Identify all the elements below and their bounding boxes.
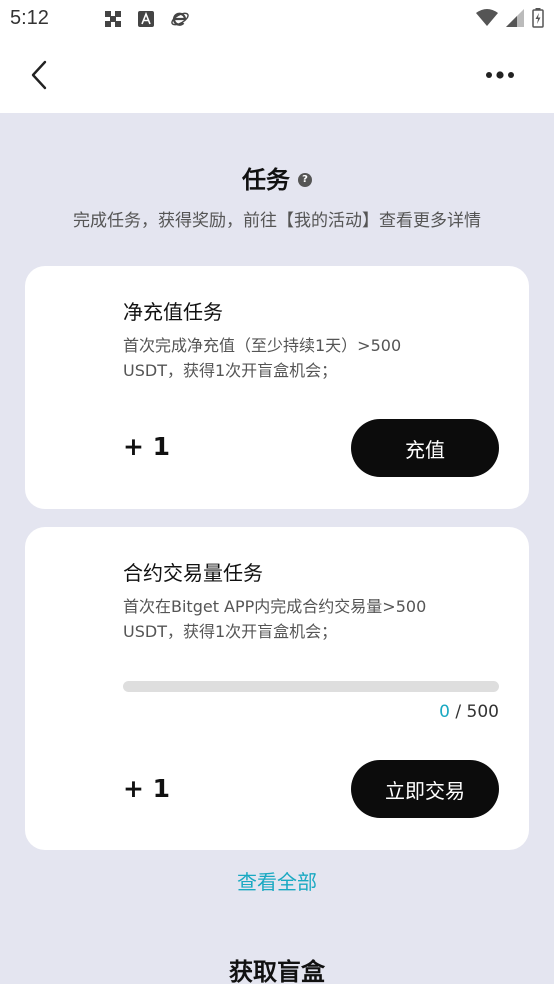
a-font-icon xyxy=(138,11,154,31)
page-title: 任务 xyxy=(242,166,290,194)
back-button[interactable] xyxy=(22,56,56,94)
battery-icon xyxy=(532,8,544,32)
blind-box-title: 获取盲盒 xyxy=(229,958,325,984)
progress-separator: / xyxy=(450,702,467,722)
trade-now-button[interactable]: 立即交易 xyxy=(351,760,499,818)
more-button[interactable] xyxy=(482,62,518,88)
question-circle-icon[interactable]: ? xyxy=(298,172,312,187)
task-title: 合约交易量任务 xyxy=(123,561,263,585)
status-time: 5:12 xyxy=(10,7,49,29)
tasks-subtitle: 完成任务，获得奖励，前往【我的活动】查看更多详情 xyxy=(73,211,481,231)
app-header xyxy=(0,38,554,113)
signal-icon xyxy=(506,9,524,31)
task-card-futures-volume: 合约交易量任务 首次在Bitget APP内完成合约交易量>500 USDT，获… xyxy=(25,527,529,850)
tasks-title-row: 任务 ? xyxy=(0,160,554,195)
task-title: 净充值任务 xyxy=(123,300,223,324)
task-reward: + 1 xyxy=(123,432,171,461)
status-icons-right xyxy=(476,8,544,32)
more-dots-icon xyxy=(486,71,514,79)
wifi-icon xyxy=(476,9,498,31)
task-card-net-deposit: 净充值任务 首次完成净充值（至少持续1天）>500 USDT，获得1次开盲盒机会… xyxy=(25,266,529,509)
progress-label: 0 / 500 xyxy=(439,702,499,722)
view-all-link[interactable]: 查看全部 xyxy=(0,866,554,895)
task-description: 首次在Bitget APP内完成合约交易量>500 USDT，获得1次开盲盒机会… xyxy=(123,597,427,641)
chevron-left-icon xyxy=(31,60,47,90)
task-reward: + 1 xyxy=(123,774,171,803)
progress-target: 500 xyxy=(466,702,499,722)
status-icons-left xyxy=(104,9,190,33)
task-description: 首次完成净充值（至少持续1天）>500 USDT，获得1次开盲盒机会； xyxy=(123,336,402,380)
browser-e-icon xyxy=(170,9,190,33)
status-bar: 5:12 xyxy=(0,0,554,38)
progress-current: 0 xyxy=(439,702,450,722)
progress-bar xyxy=(123,681,499,692)
grid-app-icon xyxy=(104,10,122,32)
deposit-button[interactable]: 充值 xyxy=(351,419,499,477)
